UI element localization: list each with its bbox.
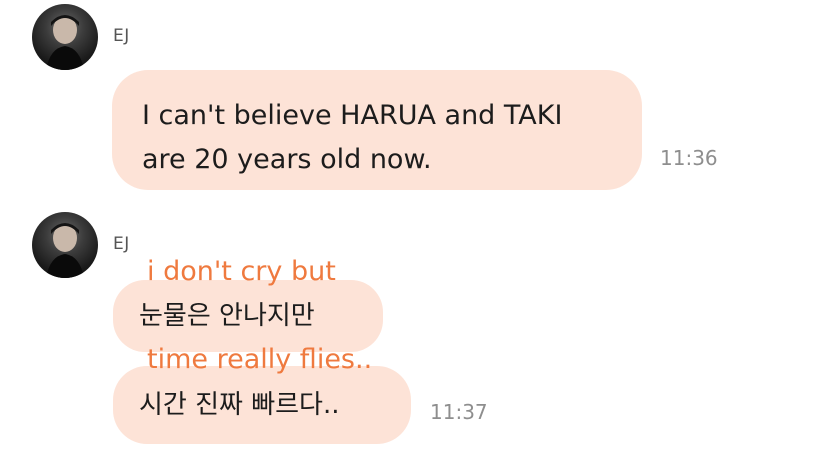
translation-caption: time really flies.. — [147, 344, 373, 375]
sender-name: EJ — [113, 234, 130, 254]
sender-avatar[interactable] — [32, 212, 98, 278]
message-timestamp: 11:36 — [660, 146, 718, 170]
chat-screen: EJ I can't believe HARUA and TAKI are 20… — [0, 0, 828, 460]
avatar-photo-icon — [46, 15, 84, 70]
avatar-photo-icon — [46, 223, 84, 278]
sender-name: EJ — [113, 26, 130, 46]
translation-caption: i don't cry but — [147, 256, 336, 287]
message-bubble[interactable]: I can't believe HARUA and TAKI are 20 ye… — [112, 70, 642, 190]
message-bubble[interactable]: 시간 진짜 빠르다.. — [113, 366, 411, 444]
message-bubble[interactable]: 눈물은 안나지만 — [113, 280, 383, 352]
message-timestamp: 11:37 — [430, 400, 488, 424]
sender-avatar[interactable] — [32, 4, 98, 70]
